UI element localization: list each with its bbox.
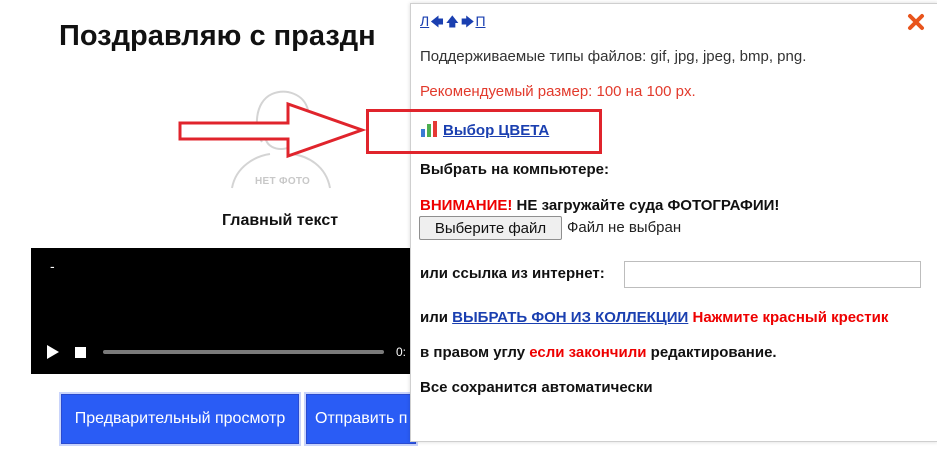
stop-icon[interactable] [75, 347, 86, 358]
close-icon[interactable] [906, 12, 926, 32]
background-collection-link[interactable]: ВЫБРАТЬ ФОН ИЗ КОЛЛЕКЦИИ [452, 309, 688, 326]
seek-bar[interactable] [103, 350, 384, 354]
arrow-left-icon[interactable]: 🡄 [430, 14, 443, 29]
no-photo-label: НЕТ ФОТО [255, 176, 311, 187]
preview-button[interactable]: Предварительный просмотр [61, 394, 299, 444]
warning-text: НЕ загружайте суда ФОТОГРАФИИ! [512, 197, 780, 214]
bg-prefix: или [420, 309, 453, 326]
warning-label: ВНИМАНИЕ! [420, 197, 513, 214]
close-hint-text: Нажмите красный крестик [688, 309, 889, 326]
pick-on-computer-label: Выбрать на компьютере: [420, 161, 609, 178]
page-title: Поздравляю с праздн [59, 20, 376, 52]
url-label: или ссылка из интернет: [420, 265, 605, 282]
choose-file-button[interactable]: Выберите файл [419, 216, 562, 240]
corner-suffix: редактирование. [646, 344, 777, 361]
corner-prefix: в правом углу [420, 344, 530, 361]
play-icon[interactable] [47, 345, 59, 359]
panel-nav: Л🡄 🡅 🡆П [420, 13, 486, 35]
video-caption: - [50, 258, 55, 274]
supported-types-text: Поддерживаемые типы файлов: gif, jpg, jp… [420, 48, 807, 65]
annotation-highlight-box [366, 109, 602, 154]
nav-left-link[interactable]: Л [420, 13, 429, 29]
arrow-up-icon[interactable]: 🡅 [446, 14, 459, 29]
corner-hint-row: в правом углу если закончили редактирова… [420, 344, 777, 361]
autosave-note: Все сохранится автоматически [420, 379, 653, 396]
url-input[interactable] [624, 261, 921, 288]
background-collection-row: или ВЫБРАТЬ ФОН ИЗ КОЛЛЕКЦИИ Нажмите кра… [420, 309, 888, 326]
corner-red-text: если закончили [529, 344, 647, 361]
time-readout: 0: [396, 345, 407, 359]
file-status-text: Файл не выбран [567, 219, 682, 236]
send-button[interactable]: Отправить п [306, 394, 416, 444]
upload-warning: ВНИМАНИЕ! НЕ загружайте суда ФОТОГРАФИИ! [420, 197, 779, 214]
video-player[interactable] [31, 248, 416, 374]
recommended-size-text: Рекомендуемый размер: 100 на 100 px. [420, 83, 696, 100]
arrow-right-icon[interactable]: 🡆 [461, 14, 474, 29]
nav-right-link[interactable]: П [475, 13, 485, 29]
main-text-label: Главный текст [222, 212, 339, 229]
